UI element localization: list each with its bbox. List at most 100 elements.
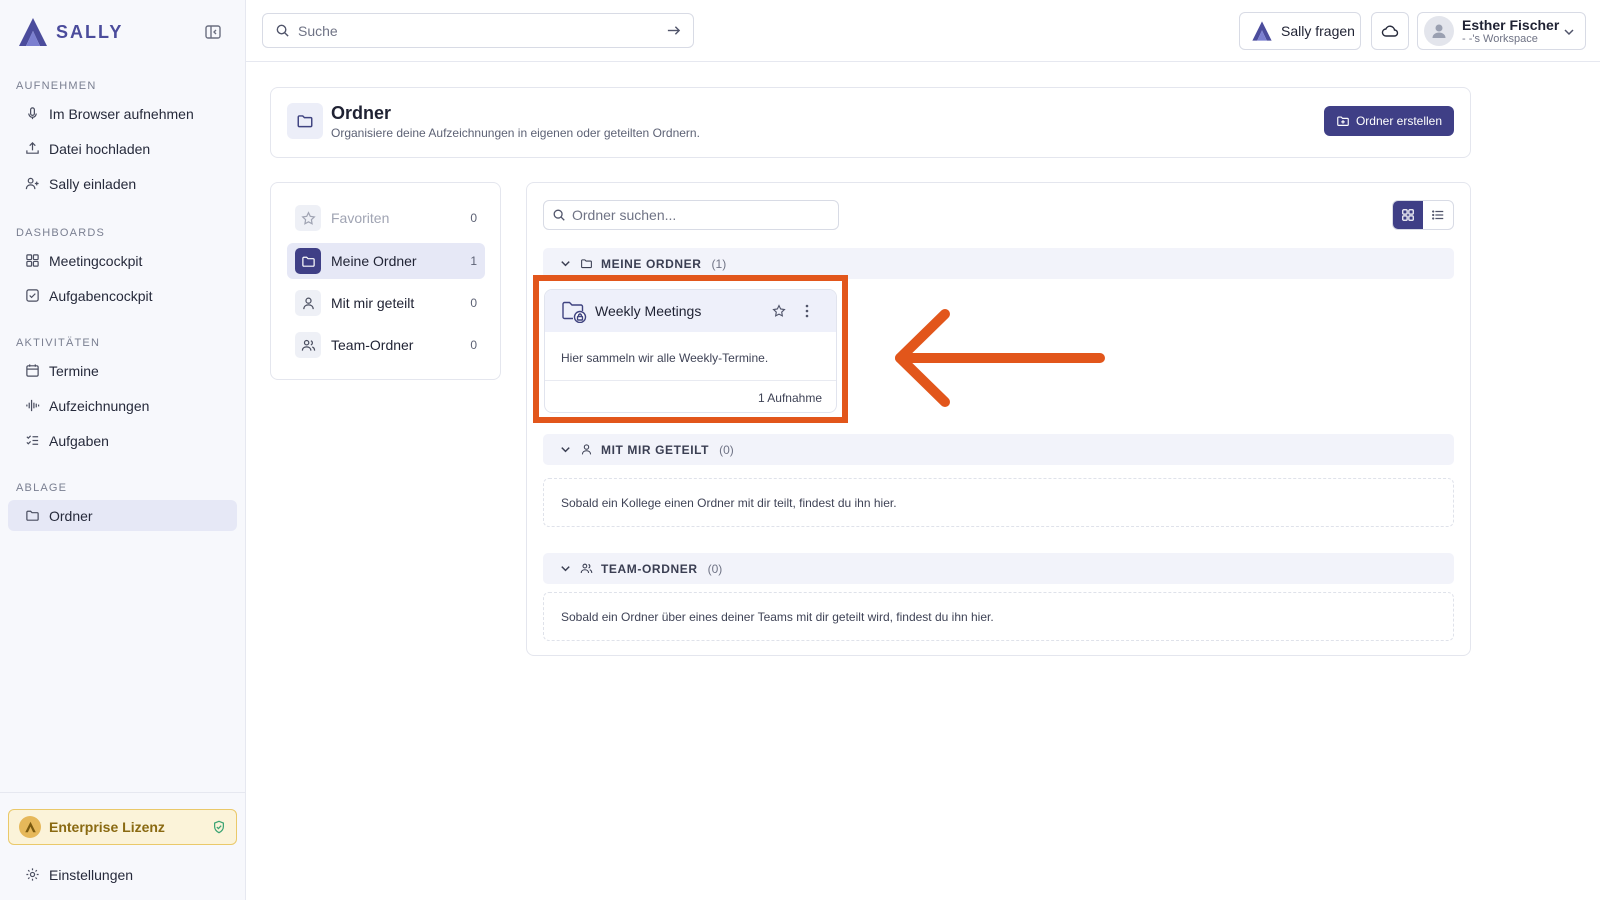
chevron-down-icon [1564,29,1574,36]
sidebar: SALLY AUFNEHMEN Im Browser aufnehmen Dat… [0,0,246,900]
topbar: Sally fragen Esther Fischer - -'s Worksp… [246,0,1600,62]
annotation-arrow-icon [895,309,1105,407]
user-name: Esther Fischer [1462,16,1560,33]
sidebar-item-settings[interactable]: Einstellungen [8,859,237,890]
filter-my-folders[interactable]: Meine Ordner 1 [287,243,485,279]
calendar-icon [26,364,39,377]
section-label: MIT MIR GETEILT [601,442,710,457]
filter-count: 0 [470,211,477,225]
sidebar-item-label: Aufgaben [49,432,109,449]
shield-check-icon [214,820,224,834]
cloud-button[interactable] [1371,12,1409,50]
filter-label: Favoriten [331,210,390,226]
folder-search-input[interactable] [572,207,830,223]
gear-icon [26,868,39,881]
collapse-sidebar-icon[interactable] [204,23,222,41]
create-folder-label: Ordner erstellen [1355,114,1443,128]
annotation-highlight-box [533,275,848,423]
page-subtitle: Organisiere deine Aufzeichnungen in eige… [331,126,700,140]
sidebar-item-invite[interactable]: Sally einladen [8,168,237,199]
sidebar-item-aufzeichnungen[interactable]: Aufzeichnungen [8,390,237,421]
license-label: Enterprise Lizenz [49,819,165,835]
sidebar-item-aufgabencockpit[interactable]: Aufgabencockpit [8,280,237,311]
sidebar-item-label: Ordner [49,507,93,524]
folder-filter-panel: Favoriten 0 Meine Ordner 1 Mit mir getei… [270,182,501,380]
sidebar-item-aufgaben[interactable]: Aufgaben [8,425,237,456]
sidebar-item-label: Termine [49,362,99,379]
section-count: (0) [707,561,723,576]
arrow-right-icon[interactable] [666,23,681,38]
sally-logo-icon [19,18,47,46]
section-title-dashboards: DASHBOARDS [16,227,106,239]
folder-search[interactable] [543,200,839,230]
section-team-folders[interactable]: TEAM-ORDNER (0) [543,553,1454,584]
filter-count: 0 [470,338,477,352]
waveform-icon [26,399,40,412]
section-title-aufnehmen: AUFNEHMEN [16,80,97,92]
filter-shared-with-me[interactable]: Mit mir geteilt 0 [287,285,485,321]
grid-icon [1402,209,1414,221]
sidebar-item-meetingcockpit[interactable]: Meetingcockpit [8,245,237,276]
user-icon [581,444,592,455]
app-name: SALLY [56,21,124,42]
grid-icon [26,254,39,267]
license-logo-icon [19,816,41,838]
ask-sally-label: Sally fragen [1281,23,1355,39]
users-icon [580,563,593,574]
section-title-ablage: ABLAGE [16,482,68,494]
section-count: (1) [711,256,727,271]
section-shared-with-me[interactable]: MIT MIR GETEILT (0) [543,434,1454,465]
section-title-aktivitaeten: AKTIVITÄTEN [16,337,101,349]
section-count: (0) [719,442,734,457]
grid-view-button[interactable] [1393,201,1423,229]
filter-count: 0 [470,296,477,310]
sidebar-item-browser-record[interactable]: Im Browser aufnehmen [8,98,237,129]
folder-icon [287,103,323,139]
sidebar-item-ordner[interactable]: Ordner [8,500,237,531]
filter-label: Team-Ordner [331,337,414,353]
page-title: Ordner [331,103,392,123]
folder-icon [26,510,39,521]
license-badge[interactable]: Enterprise Lizenz [8,809,237,845]
filter-favorites[interactable]: Favoriten 0 [287,200,485,236]
chevron-down-icon [561,566,570,572]
user-info: Esther Fischer - -'s Workspace [1462,17,1559,46]
user-plus-icon [25,177,39,190]
section-label: TEAM-ORDNER [601,561,698,576]
microphone-icon [28,107,37,120]
user-icon [295,290,321,316]
user-workspace: - -'s Workspace [1462,32,1538,45]
user-menu[interactable]: Esther Fischer - -'s Workspace [1417,12,1586,50]
folder-icon [581,259,592,269]
list-view-button[interactable] [1423,201,1453,229]
sidebar-item-label: Einstellungen [49,866,134,883]
ask-sally-button[interactable]: Sally fragen [1239,12,1361,50]
filter-label: Mit mir geteilt [331,295,415,311]
chevron-down-icon [561,447,570,453]
sidebar-item-label: Aufgabencockpit [49,287,153,304]
avatar [1424,16,1454,46]
search-input[interactable] [298,22,658,39]
page-header: Ordner Organisiere deine Aufzeichnungen … [270,87,1471,158]
sidebar-item-label: Datei hochladen [49,140,151,157]
sidebar-item-label: Sally einladen [49,175,137,192]
global-search[interactable] [262,13,694,48]
sally-logo-icon [1252,21,1272,41]
empty-state-team: Sobald ein Ordner über eines deiner Team… [543,592,1454,641]
checkbox-icon [26,289,39,302]
sidebar-item-label: Meetingcockpit [49,252,143,269]
filter-count: 1 [470,254,477,268]
sidebar-item-label: Aufzeichnungen [49,397,150,414]
chevron-down-icon [561,261,570,267]
upload-icon [26,142,39,154]
filter-label: Meine Ordner [331,253,417,269]
create-folder-button[interactable]: Ordner erstellen [1324,106,1454,136]
user-avatar-icon [1432,24,1446,38]
filter-team-folders[interactable]: Team-Ordner 0 [287,327,485,363]
star-icon [295,205,321,231]
sidebar-item-termine[interactable]: Termine [8,355,237,386]
sidebar-item-label: Im Browser aufnehmen [49,105,194,122]
app-logo[interactable]: SALLY [16,16,123,48]
sidebar-item-upload[interactable]: Datei hochladen [8,133,237,164]
users-icon [295,332,321,358]
